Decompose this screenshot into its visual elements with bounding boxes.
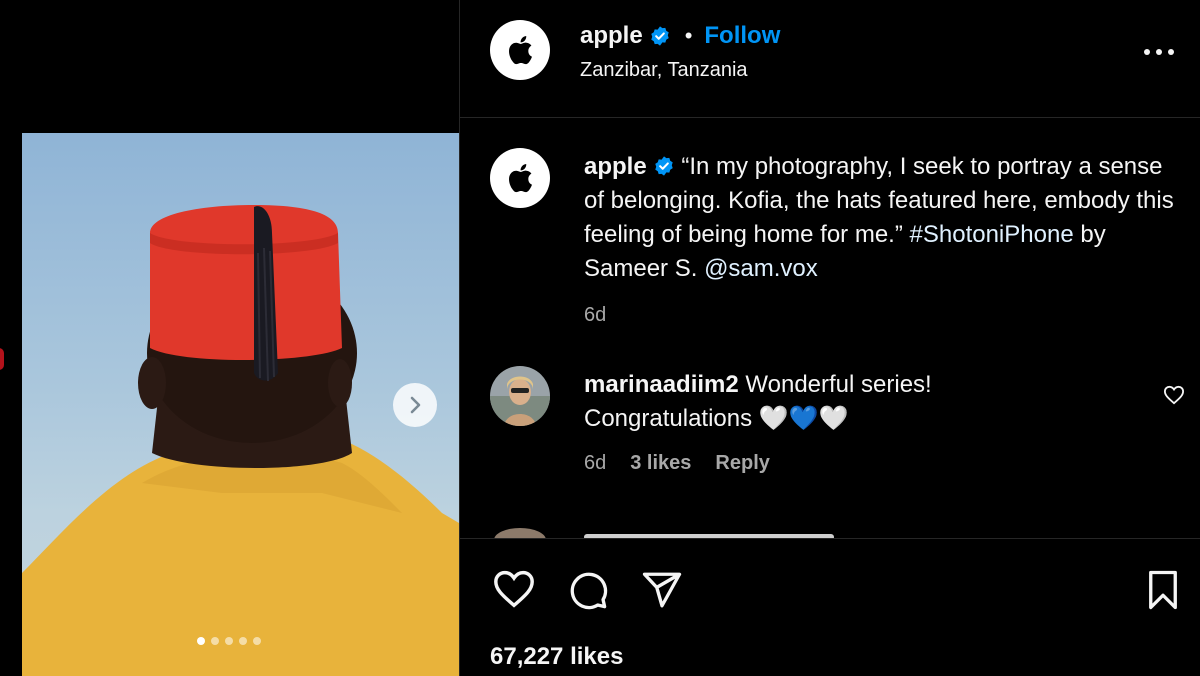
chevron-right-icon — [410, 396, 421, 414]
comment-like-heart-icon[interactable] — [1163, 385, 1185, 405]
post-likes-count[interactable]: 67,227 likes — [490, 643, 623, 671]
caption-text: apple “In my photography, I seek to port… — [584, 150, 1174, 332]
bookmark-icon[interactable] — [1144, 569, 1182, 611]
next-photo-button[interactable] — [393, 383, 437, 427]
reply-button[interactable]: Reply — [715, 452, 769, 475]
comment-likes[interactable]: 3 likes — [630, 452, 691, 475]
caption-mention[interactable]: @sam.vox — [704, 255, 818, 282]
carousel-dot — [225, 637, 233, 645]
caption-hashtag[interactable]: #ShotoniPhone — [910, 221, 1074, 248]
carousel-dot — [239, 637, 247, 645]
caption-username[interactable]: apple — [584, 153, 647, 180]
follow-button[interactable]: Follow — [704, 22, 780, 50]
next-comment-partial — [490, 524, 1090, 538]
action-bar: 67,227 likes — [460, 538, 1200, 676]
comment-timestamp[interactable]: 6d — [584, 452, 606, 475]
verified-badge-icon — [654, 156, 673, 176]
comment-meta: 6d 3 likes Reply — [584, 452, 770, 475]
carousel-dot — [197, 637, 205, 645]
post-header: apple • Follow Zanzibar, Tanzania — [460, 0, 1200, 118]
separator-dot: • — [684, 23, 693, 48]
heart-icon[interactable] — [491, 569, 537, 609]
caption-author-avatar[interactable] — [490, 148, 550, 208]
clipped-comment-preview — [494, 528, 834, 538]
post-detail-panel: apple • Follow Zanzibar, Tanzania apple … — [459, 0, 1200, 676]
carousel-dot — [253, 637, 261, 645]
author-username[interactable]: apple — [580, 22, 643, 50]
commenter-username[interactable]: marinaadiim2 — [584, 371, 739, 398]
carousel-indicator — [197, 637, 261, 645]
header-title-row: apple • Follow — [580, 20, 780, 52]
carousel-dot — [211, 637, 219, 645]
avatar-photo — [490, 366, 550, 426]
post-location[interactable]: Zanzibar, Tanzania — [580, 59, 748, 82]
media-pane — [0, 0, 459, 676]
author-avatar[interactable] — [490, 20, 550, 80]
send-icon[interactable] — [640, 569, 684, 611]
comment-emoji: 🤍💙🤍 — [758, 405, 849, 432]
verified-badge-icon — [650, 26, 669, 46]
more-options-icon[interactable] — [1141, 40, 1177, 64]
commenter-avatar[interactable] — [490, 366, 550, 426]
caption-timestamp[interactable]: 6d — [584, 298, 1174, 332]
apple-logo-icon — [509, 164, 532, 193]
comment-icon[interactable] — [566, 569, 610, 611]
prev-post-edge[interactable] — [0, 348, 4, 370]
comment-text: marinaadiim2 Wonderful series! Congratul… — [584, 368, 1104, 436]
apple-logo-icon — [509, 36, 532, 65]
